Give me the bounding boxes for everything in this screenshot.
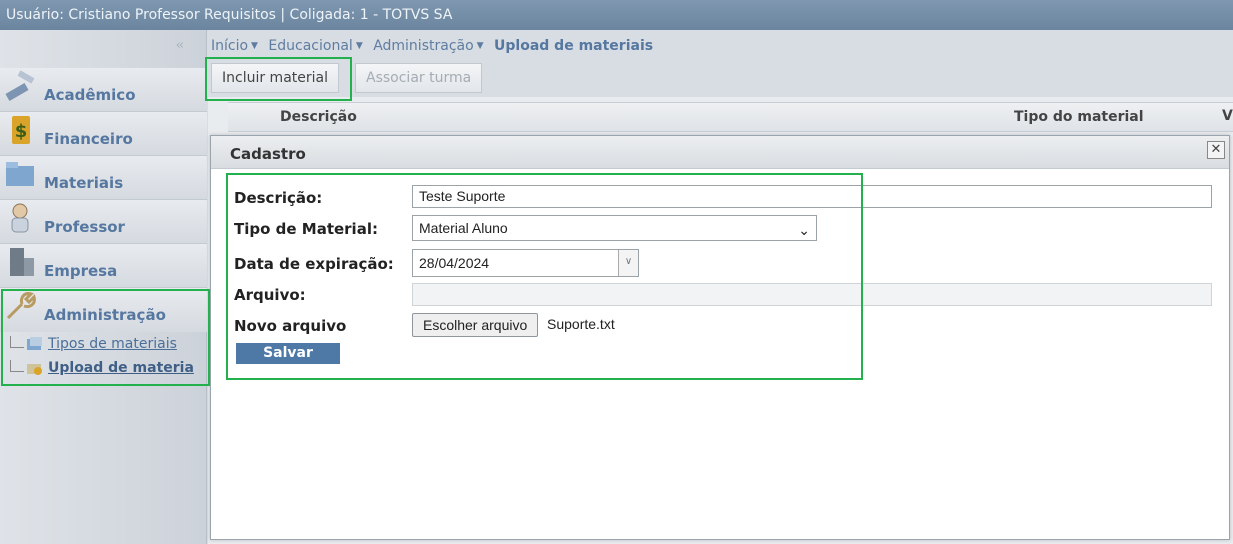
- sidebar-item-financeiro[interactable]: $ Financeiro: [0, 112, 207, 156]
- arquivo-input: [412, 283, 1212, 306]
- dialog-title-bar: Cadastro ✕: [211, 136, 1229, 169]
- breadcrumb-educacional[interactable]: Educacional: [268, 38, 352, 54]
- breadcrumb-current: Upload de materiais: [494, 38, 654, 54]
- add-material-button[interactable]: Incluir material: [211, 63, 339, 93]
- file-name-label: Suporte.txt: [547, 316, 615, 332]
- wrench-icon: [6, 292, 36, 320]
- sidebar-item-label: Materiais: [44, 174, 124, 192]
- sidebar-item-academico[interactable]: Acadêmico: [0, 68, 207, 112]
- tipo-material-select[interactable]: Material Aluno ⌄: [412, 215, 817, 241]
- sidebar-subitem-upload-materiais[interactable]: Upload de materia: [10, 360, 194, 376]
- chevron-down-icon: ▼: [355, 41, 363, 51]
- arquivo-label: Arquivo:: [234, 286, 306, 304]
- folder-icon: [6, 162, 34, 186]
- document-icon: [27, 337, 42, 350]
- brush-icon: [5, 70, 35, 101]
- tree-connector: [10, 336, 24, 348]
- novo-arquivo-label: Novo arquivo: [234, 317, 347, 335]
- sidebar-item-label: Financeiro: [44, 130, 133, 148]
- descricao-input[interactable]: Teste Suporte: [412, 185, 1212, 208]
- grid-header: Descrição Tipo do material: [228, 102, 1233, 132]
- building-icon: [10, 248, 34, 276]
- money-icon: $: [12, 116, 30, 144]
- sidebar-item-label: Empresa: [44, 262, 118, 280]
- breadcrumb: Início ▼ Educacional ▼ Administração ▼ Uplo…: [211, 38, 653, 54]
- collapse-sidebar-icon[interactable]: ‹‹: [176, 38, 185, 53]
- sidebar-item-label: Administração: [44, 306, 166, 324]
- sidebar-item-administracao[interactable]: Administração: [0, 288, 207, 332]
- chevron-down-icon[interactable]: ∨: [618, 250, 638, 276]
- close-icon[interactable]: ✕: [1207, 141, 1225, 159]
- professor-icon: [11, 203, 29, 233]
- dialog-title: Cadastro: [230, 145, 306, 163]
- sidebar-item-label: Professor: [44, 218, 125, 236]
- tipo-material-label: Tipo de Material:: [234, 220, 378, 238]
- cadastro-dialog: Cadastro ✕ Descrição: Teste Suporte Tipo…: [210, 135, 1230, 540]
- sidebar-subitem-tipos-materiais[interactable]: Tipos de materiais: [10, 336, 177, 352]
- breadcrumb-administracao[interactable]: Administração: [373, 38, 473, 54]
- data-expiracao-value: 28/04/2024: [419, 255, 490, 271]
- chevron-down-icon: ▼: [476, 41, 484, 51]
- sidebar-subitem-label[interactable]: Tipos de materiais: [48, 336, 177, 352]
- column-header-description[interactable]: Descrição: [280, 109, 357, 125]
- breadcrumb-inicio[interactable]: Início: [211, 38, 248, 54]
- data-expiracao-label: Data de expiração:: [234, 255, 394, 273]
- sidebar-item-materiais[interactable]: Materiais: [0, 156, 207, 200]
- tipo-material-value: Material Aluno: [419, 220, 508, 236]
- sidebar-item-professor[interactable]: Professor: [0, 200, 207, 244]
- associate-class-button[interactable]: Associar turma: [355, 63, 483, 93]
- user-info-bar: Usuário: Cristiano Professor Requisitos …: [0, 0, 1233, 30]
- save-button[interactable]: Salvar: [236, 343, 340, 364]
- tree-connector: [10, 360, 24, 372]
- upload-icon: [27, 364, 42, 375]
- column-header-partial: V: [1222, 108, 1233, 124]
- choose-file-button[interactable]: Escolher arquivo: [412, 313, 539, 337]
- sidebar-item-label: Acadêmico: [44, 86, 136, 104]
- column-header-type[interactable]: Tipo do material: [1014, 109, 1144, 125]
- data-expiracao-input[interactable]: 28/04/2024 ∨: [412, 249, 639, 277]
- sidebar-item-empresa[interactable]: Empresa: [0, 244, 207, 288]
- chevron-down-icon: ⌄: [798, 222, 810, 238]
- sidebar: ‹‹ Acadêmico $ Financeiro Materiais Prof…: [0, 30, 207, 544]
- descricao-label: Descrição:: [234, 189, 323, 207]
- sidebar-subitem-label[interactable]: Upload de materia: [48, 360, 194, 376]
- chevron-down-icon: ▼: [251, 41, 258, 51]
- svg-text:$: $: [15, 121, 28, 142]
